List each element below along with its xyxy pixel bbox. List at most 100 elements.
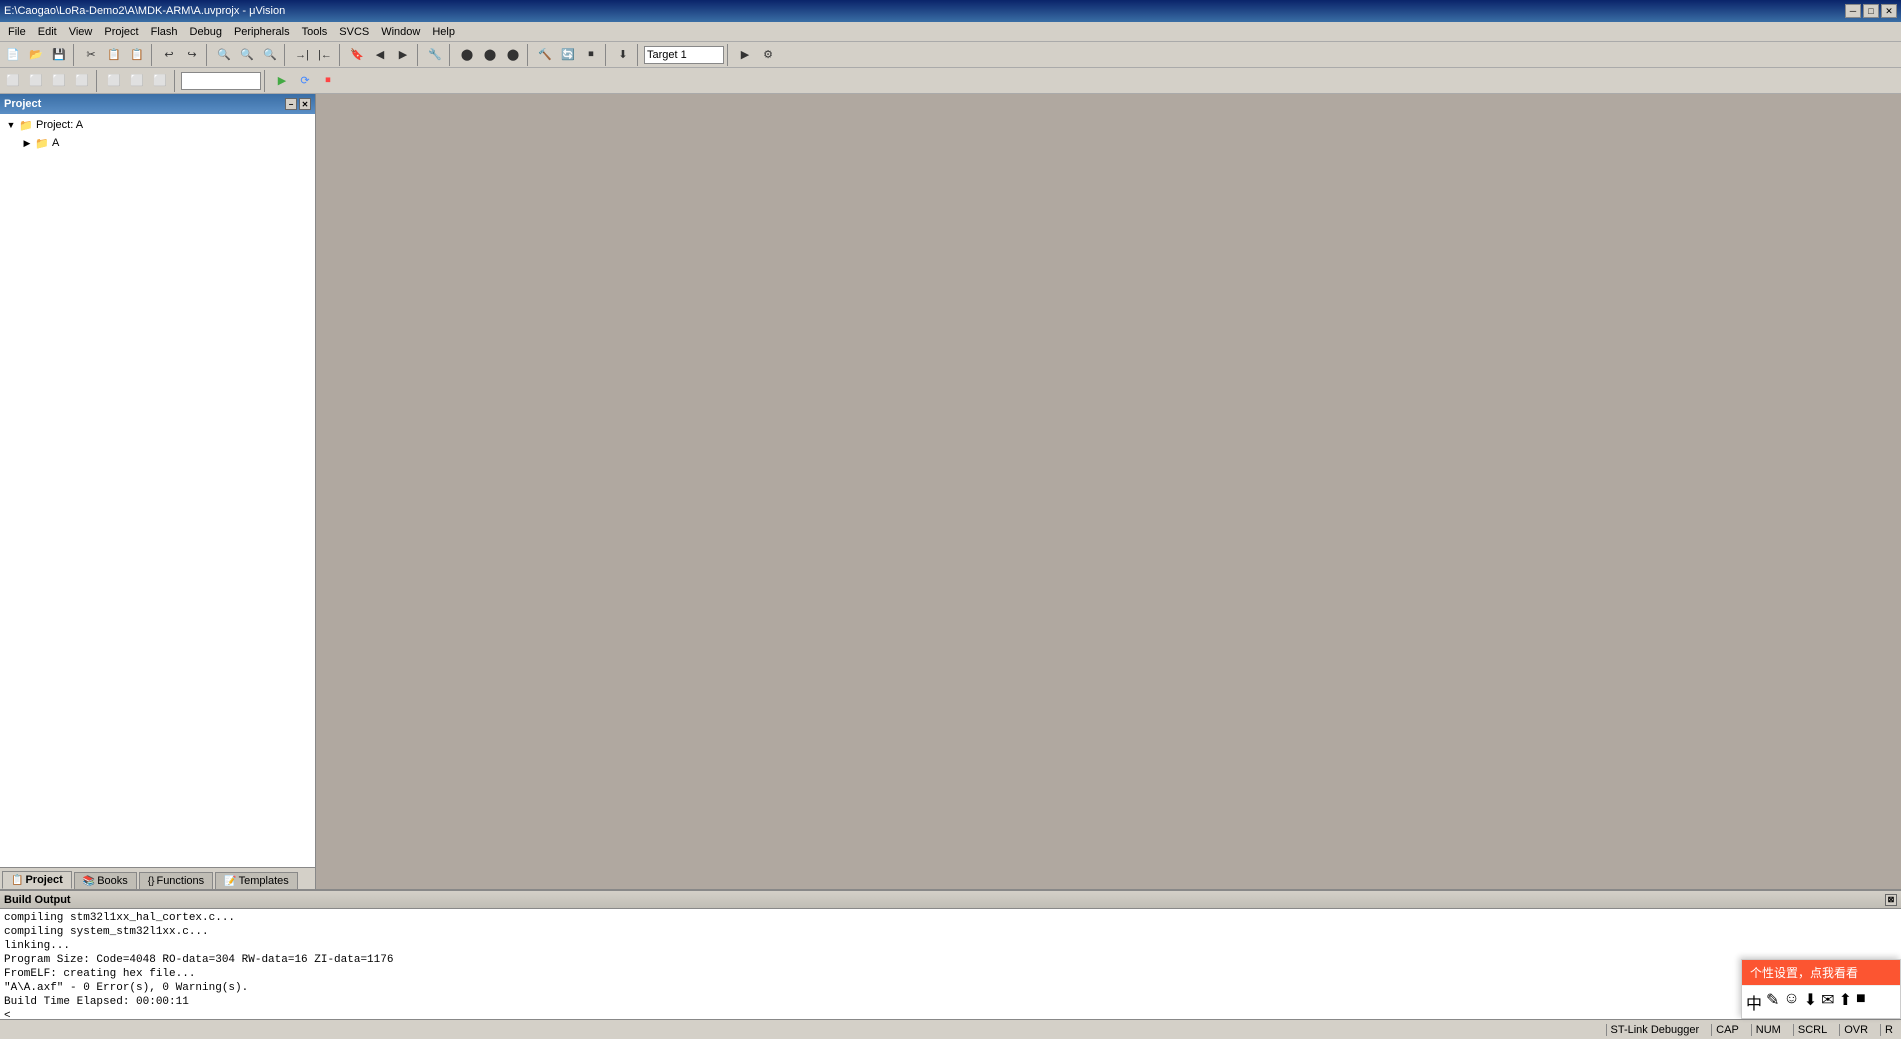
save-button[interactable]: 💾	[48, 44, 70, 66]
find-prev-button[interactable]: 🔍	[259, 44, 281, 66]
build-button[interactable]: 🔨	[534, 44, 556, 66]
project-tree: ▼ 📁 Project: A ▶ 📁 A	[0, 114, 315, 867]
csdn-banner[interactable]: 个性设置，点我看看	[1742, 960, 1900, 985]
tab-functions[interactable]: {}Functions	[139, 872, 213, 889]
paste-button[interactable]: 📋	[126, 44, 148, 66]
csdn-tool-0[interactable]: 中	[1746, 990, 1762, 1014]
build-output-line: compiling stm32l1xx_hal_cortex.c...	[4, 911, 1897, 925]
rebuild-button[interactable]: 🔄	[557, 44, 579, 66]
menu-item-window[interactable]: Window	[375, 24, 426, 40]
find-button[interactable]: 🔍	[213, 44, 235, 66]
tab-label-templates: Templates	[239, 875, 289, 887]
next-bookmark-button[interactable]: ▶	[392, 44, 414, 66]
panel-close-button[interactable]: ✕	[299, 98, 311, 110]
expander-project: ▼	[4, 118, 18, 132]
csdn-tool-5[interactable]: ⬆	[1839, 990, 1852, 1014]
sep11	[727, 44, 731, 66]
indent-button[interactable]: →|	[291, 44, 313, 66]
bookmark-button[interactable]: 🔖	[346, 44, 368, 66]
build-output-title: Build Output	[4, 894, 71, 906]
sep8	[527, 44, 531, 66]
status-cap: CAP	[1711, 1024, 1743, 1036]
menu-item-edit[interactable]: Edit	[32, 24, 63, 40]
dbg-icon3[interactable]: ⬤	[502, 44, 524, 66]
menu-item-file[interactable]: File	[2, 24, 32, 40]
dbg-icon2[interactable]: ⬤	[479, 44, 501, 66]
status-num: NUM	[1751, 1024, 1785, 1036]
download-button[interactable]: ⬇	[612, 44, 634, 66]
tab-icon-books: 📚	[83, 876, 95, 887]
debug-start-button[interactable]: ▶	[734, 44, 756, 66]
project-title: Project	[4, 98, 41, 110]
menu-item-view[interactable]: View	[63, 24, 99, 40]
build-output-line: Build Time Elapsed: 00:00:11	[4, 995, 1897, 1009]
toolbar2: ⬜ ⬜ ⬜ ⬜ ⬜ ⬜ ⬜ A ▶ ⟳ ⏹	[0, 68, 1901, 94]
sep2	[151, 44, 155, 66]
cpu-button[interactable]: ⚙	[757, 44, 779, 66]
build-output-header: Build Output ⊠	[0, 891, 1901, 909]
tree-item-project-a[interactable]: ▼ 📁 Project: A	[2, 116, 313, 134]
menu-item-flash[interactable]: Flash	[145, 24, 184, 40]
tb2-btn6[interactable]: ⬜	[126, 70, 148, 92]
close-button[interactable]: ✕	[1881, 4, 1897, 18]
tree-item-a[interactable]: ▶ 📁 A	[2, 134, 313, 152]
tb2-btn2[interactable]: ⬜	[25, 70, 47, 92]
build-output-pin[interactable]: ⊠	[1885, 894, 1897, 906]
csdn-tool-2[interactable]: ☺	[1783, 990, 1799, 1014]
tb2-btn7[interactable]: ⬜	[149, 70, 171, 92]
expander-a: ▶	[20, 136, 34, 150]
dbg-icon1[interactable]: ⬤	[456, 44, 478, 66]
build-output-line: compiling system_stm32l1xx.c...	[4, 925, 1897, 939]
new-button[interactable]: 📄	[2, 44, 24, 66]
unindent-button[interactable]: |←	[314, 44, 336, 66]
csdn-tool-4[interactable]: ✉	[1821, 990, 1834, 1014]
project-icon: 📁	[18, 117, 34, 133]
title-bar-controls: ─ □ ✕	[1845, 4, 1897, 18]
tab-templates[interactable]: 📝Templates	[215, 872, 298, 889]
tb2-btn1[interactable]: ⬜	[2, 70, 24, 92]
cut-button[interactable]: ✂	[80, 44, 102, 66]
undo-button[interactable]: ↩	[158, 44, 180, 66]
menu-item-svcs[interactable]: SVCS	[333, 24, 375, 40]
target-button[interactable]: 🔧	[424, 44, 446, 66]
tb2-btn5[interactable]: ⬜	[103, 70, 125, 92]
tb2-rebuild[interactable]: ⟳	[294, 70, 316, 92]
menu-item-tools[interactable]: Tools	[296, 24, 334, 40]
open-button[interactable]: 📂	[25, 44, 47, 66]
tab-label-functions: Functions	[156, 875, 204, 887]
csdn-tool-1[interactable]: ✎	[1766, 990, 1779, 1014]
folder-icon-a: 📁	[34, 135, 50, 151]
copy-button[interactable]: 📋	[103, 44, 125, 66]
panel-pin-button[interactable]: −	[285, 98, 297, 110]
menu-item-project[interactable]: Project	[98, 24, 144, 40]
tab-project[interactable]: 📋Project	[2, 871, 72, 889]
tb2-btn3[interactable]: ⬜	[48, 70, 70, 92]
build-target-input[interactable]: A	[181, 72, 261, 90]
tb2-build[interactable]: ▶	[271, 70, 293, 92]
panel-header-buttons: − ✕	[285, 98, 311, 110]
stop-build-button[interactable]: ⏹	[580, 44, 602, 66]
status-ovr: OVR	[1839, 1024, 1872, 1036]
target-select[interactable]	[644, 46, 724, 64]
prev-bookmark-button[interactable]: ◀	[369, 44, 391, 66]
minimize-button[interactable]: ─	[1845, 4, 1861, 18]
project-panel-header: Project − ✕	[0, 94, 315, 114]
tb2-btn4[interactable]: ⬜	[71, 70, 93, 92]
menu-item-help[interactable]: Help	[426, 24, 461, 40]
menu-item-peripherals[interactable]: Peripherals	[228, 24, 296, 40]
content-area: Project − ✕ ▼ 📁 Project: A ▶ 📁	[0, 94, 1901, 1019]
tab-books[interactable]: 📚Books	[74, 872, 137, 889]
tb2-stop[interactable]: ⏹	[317, 70, 339, 92]
editor-area	[316, 94, 1901, 889]
maximize-button[interactable]: □	[1863, 4, 1879, 18]
csdn-tools: 中✎☺⬇✉⬆■	[1742, 985, 1900, 1018]
redo-button[interactable]: ↪	[181, 44, 203, 66]
csdn-widget: 个性设置，点我看看 中✎☺⬇✉⬆■	[1741, 959, 1901, 1019]
csdn-tool-3[interactable]: ⬇	[1804, 990, 1817, 1014]
find-next-button[interactable]: 🔍	[236, 44, 258, 66]
csdn-tool-6[interactable]: ■	[1856, 990, 1866, 1014]
status-bar: ST-Link Debugger CAP NUM SCRL OVR R	[0, 1019, 1901, 1039]
menu-item-debug[interactable]: Debug	[184, 24, 228, 40]
sep10	[637, 44, 641, 66]
sep7	[449, 44, 453, 66]
